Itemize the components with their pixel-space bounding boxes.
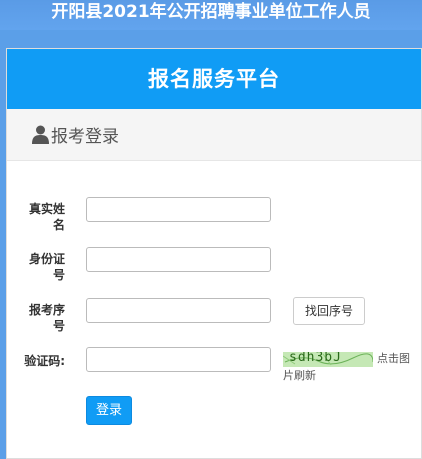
captcha-image[interactable]: sdh3bJ: [283, 352, 373, 367]
seq-label-line2: 号: [52, 319, 65, 333]
id-label-line2: 号: [52, 268, 65, 282]
exam-seq-input[interactable]: [86, 298, 271, 323]
captcha-image-text: sdh3bJ: [289, 352, 342, 365]
name-input[interactable]: [86, 197, 271, 222]
login-subheader: 报考登录: [7, 109, 421, 161]
captcha-label: 验证码:: [17, 353, 65, 369]
name-label-line2: 名: [52, 218, 65, 232]
captcha-refresh-hint-part2[interactable]: 片刷新: [283, 369, 316, 383]
seq-label: 报考序 号: [17, 302, 65, 334]
captcha-refresh-hint-part1[interactable]: 点击图: [377, 352, 410, 366]
recover-seq-button[interactable]: 找回序号: [293, 297, 365, 325]
top-banner: 开阳县2021年公开招聘事业单位工作人员: [0, 0, 422, 30]
login-subheader-label: 报考登录: [51, 127, 119, 147]
login-button[interactable]: 登录: [86, 396, 132, 425]
login-button-label: 登录: [95, 403, 122, 418]
platform-title: 报名服务平台: [148, 67, 280, 91]
id-label-line1: 身份证: [28, 252, 65, 266]
card-header: 报名服务平台: [7, 49, 421, 109]
name-label: 真实姓 名: [17, 201, 65, 233]
banner-title: 开阳县2021年公开招聘事业单位工作人员: [51, 2, 371, 22]
id-label: 身份证 号: [17, 251, 65, 283]
name-label-line1: 真实姓: [28, 202, 65, 216]
captcha-input[interactable]: [86, 347, 271, 372]
login-card: 报名服务平台 报考登录 真实姓 名 身份证 号 报考序 号 找回序号 验证码:: [6, 48, 422, 459]
seq-label-line1: 报考序: [28, 303, 65, 317]
recover-seq-button-label: 找回序号: [304, 304, 353, 318]
id-number-input[interactable]: [86, 247, 271, 272]
captcha-label-text: 验证码:: [24, 354, 65, 368]
person-icon: [32, 125, 49, 144]
